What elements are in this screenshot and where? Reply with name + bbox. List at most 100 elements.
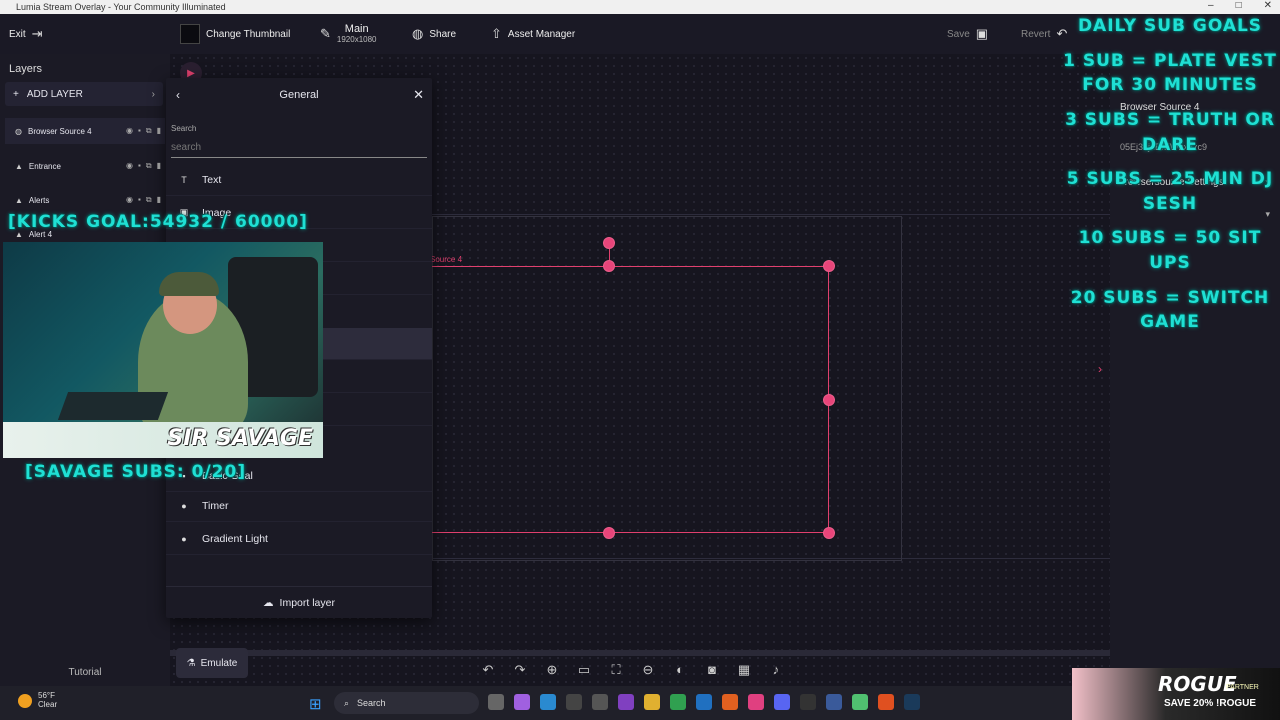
tutorial-link[interactable]: Tutorial: [0, 667, 170, 678]
fit-screen-icon[interactable]: ▭: [576, 662, 592, 678]
canvas-scrollbar[interactable]: [170, 650, 1110, 656]
menu-item-timer[interactable]: ● Timer: [166, 490, 432, 522]
app-icon[interactable]: [592, 694, 608, 710]
lock-icon[interactable]: ▪: [138, 161, 141, 171]
back-icon[interactable]: ‹: [176, 88, 180, 102]
weather-text: 56°F Clear: [38, 691, 58, 710]
photos-icon[interactable]: [696, 694, 712, 710]
chrome-icon[interactable]: [670, 694, 686, 710]
change-thumbnail-button[interactable]: Change Thumbnail: [180, 14, 290, 54]
webcam-feed: SIR SAVAGE: [3, 242, 323, 458]
maximize-icon[interactable]: □: [1236, 0, 1242, 11]
capcut-icon[interactable]: [800, 694, 816, 710]
menu-item-label: Text: [202, 173, 222, 186]
layer-item-entrance[interactable]: ▲ Entrance ◉ ▪ ⧉ ▮: [5, 153, 165, 179]
app-icon[interactable]: [826, 694, 842, 710]
undo-icon[interactable]: ↶: [480, 662, 496, 678]
resize-handle-bottom[interactable]: [603, 527, 615, 539]
canvas-tools: ↶ ↷ ⊕ ▭ ⛶ ⊖ ◐ ◙ ▦ ♪: [480, 662, 784, 678]
visibility-icon[interactable]: ◉: [126, 195, 133, 205]
app-icon[interactable]: [852, 694, 868, 710]
main-label: Main: [344, 23, 369, 36]
layer-item-browser-source-4[interactable]: ◍ Browser Source 4 ◉ ▪ ⧉ ▮: [5, 118, 165, 144]
close-window-icon[interactable]: ✕: [1264, 0, 1272, 11]
weather-icon: [18, 693, 32, 708]
redo-icon[interactable]: ↷: [512, 662, 528, 678]
lock-icon[interactable]: ▪: [138, 126, 141, 136]
rotate-handle[interactable]: [603, 237, 615, 249]
layer-label: Alerts: [28, 195, 50, 205]
zoom-in-icon[interactable]: ⊕: [544, 662, 560, 678]
weather-condition: Clear: [38, 699, 58, 709]
share-button[interactable]: ◍ Share: [412, 14, 456, 54]
share-label: Share: [429, 28, 457, 40]
delete-icon[interactable]: ▮: [157, 195, 161, 205]
task-view-icon[interactable]: [488, 694, 504, 710]
goal-item: 10 SUBS = 50 SIT UPS: [1078, 228, 1262, 274]
windows-start-icon[interactable]: ⊞: [309, 695, 322, 713]
duplicate-icon[interactable]: ⧉: [146, 161, 152, 171]
resize-handle-top-right[interactable]: [823, 260, 835, 272]
kicks-goal-text: [KICKS GOAL:54932 / 60000]: [8, 212, 308, 232]
volume-icon[interactable]: ♪: [768, 662, 784, 678]
delete-icon[interactable]: ▮: [157, 126, 161, 136]
import-label: Import layer: [279, 596, 335, 609]
emulate-button[interactable]: ⚗ Emulate: [176, 648, 248, 678]
layer-item-alerts[interactable]: ▲ Alerts ◉ ▪ ⧉ ▮: [5, 187, 165, 213]
visibility-icon[interactable]: ◉: [126, 161, 133, 171]
window-titlebar: Lumia Stream Overlay - Your Community Il…: [0, 0, 1280, 14]
copilot-icon[interactable]: [514, 694, 530, 710]
import-layer-button[interactable]: ☁ Import layer: [166, 586, 432, 618]
streamer-cap: [159, 272, 219, 296]
visibility-icon[interactable]: ◉: [126, 126, 133, 136]
camera-icon[interactable]: ◙: [704, 662, 720, 678]
add-layer-button[interactable]: + ADD LAYER ›: [5, 82, 163, 106]
chevron-right-icon[interactable]: ›: [1098, 362, 1102, 376]
search-icon: ⌕: [344, 697, 350, 708]
fullscreen-icon[interactable]: ⛶: [608, 662, 624, 678]
goal-item: 20 SUBS = SWITCH GAME: [1070, 287, 1270, 333]
resize-handle-top[interactable]: [603, 260, 615, 272]
goal-item: 5 SUBS = 25 MIN DJ SESH: [1066, 169, 1274, 214]
lumia-icon[interactable]: [748, 694, 764, 710]
file-explorer-icon[interactable]: [644, 694, 660, 710]
search-input[interactable]: [171, 138, 427, 158]
exit-button[interactable]: Exit ⇥: [9, 14, 43, 54]
grid-app-icon[interactable]: [618, 694, 634, 710]
thumbnail-swatch: [180, 24, 200, 44]
asset-manager-label: Asset Manager: [507, 28, 576, 40]
plus-icon: +: [13, 88, 19, 100]
obs-icon[interactable]: [878, 694, 894, 710]
discord-icon[interactable]: [774, 694, 790, 710]
selection-box[interactable]: [427, 266, 829, 533]
exit-icon: ⇥: [31, 26, 43, 41]
resize-handle-bottom-right[interactable]: [823, 527, 835, 539]
duplicate-icon[interactable]: ⧉: [146, 195, 152, 205]
grid-icon[interactable]: ▦: [736, 662, 752, 678]
menu-item-gradient-light[interactable]: ● Gradient Light: [166, 523, 432, 555]
monitor-app-icon[interactable]: [540, 694, 556, 710]
resize-handle-right[interactable]: [823, 394, 835, 406]
soundcloud-icon[interactable]: [722, 694, 738, 710]
main-scene-button[interactable]: ✎ Main 1920x1080: [320, 14, 377, 54]
minimize-icon[interactable]: –: [1208, 0, 1214, 11]
media-app-icon[interactable]: [566, 694, 582, 710]
taskbar-search[interactable]: ⌕ Search: [334, 692, 479, 714]
contrast-icon[interactable]: ◐: [672, 662, 688, 678]
goal-item: 3 SUBS = TRUTH OR DARE: [1065, 109, 1275, 155]
save-button[interactable]: Save ▣: [947, 14, 988, 54]
sponsor-offer: SAVE 20% !ROGUE: [1164, 698, 1257, 709]
layer-controls: ◉ ▪ ⧉ ▮: [126, 195, 161, 205]
close-icon[interactable]: ✕: [413, 87, 424, 103]
asset-manager-button[interactable]: ⇧ Asset Manager: [491, 14, 575, 54]
steam-icon[interactable]: [904, 694, 920, 710]
menu-item-text[interactable]: T Text: [166, 164, 432, 196]
light-icon: ●: [181, 533, 187, 544]
lock-icon[interactable]: ▪: [138, 195, 141, 205]
daily-sub-goals-overlay: DAILY SUB GOALS 1 SUB = PLATE VEST FOR 3…: [1060, 14, 1280, 345]
delete-icon[interactable]: ▮: [157, 161, 161, 171]
duplicate-icon[interactable]: ⧉: [146, 126, 152, 136]
sponsor-banner: ROGUE PARTNER SAVE 20% !ROGUE: [1072, 668, 1280, 720]
zoom-out-icon[interactable]: ⊖: [640, 662, 656, 678]
weather-widget[interactable]: 56°F Clear: [18, 691, 58, 710]
